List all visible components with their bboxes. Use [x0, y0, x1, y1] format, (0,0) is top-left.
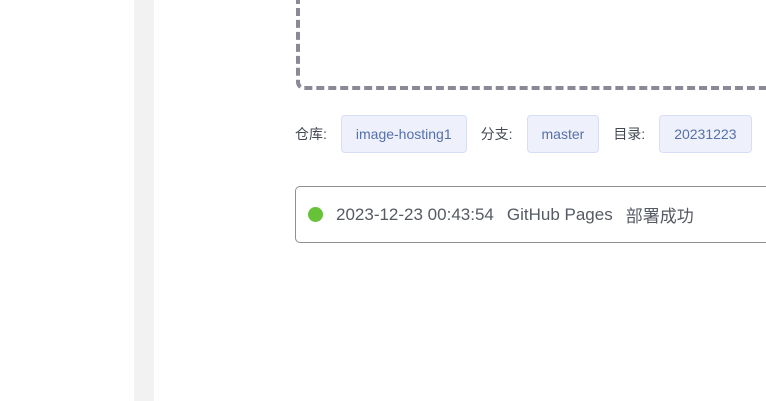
upload-drop-zone[interactable]: [296, 0, 766, 90]
branch-tag[interactable]: master: [526, 115, 600, 153]
repo-info-row: 仓库: image-hosting1 分支: master 目录: 202312…: [295, 114, 766, 154]
page: 仓库: image-hosting1 分支: master 目录: 202312…: [0, 0, 766, 401]
deploy-timestamp: 2023-12-23 00:43:54: [336, 204, 494, 224]
dir-label: 目录:: [613, 126, 646, 142]
branch-label: 分支:: [480, 126, 513, 142]
repo-label: 仓库:: [295, 126, 327, 142]
status-success-dot-icon: [308, 207, 323, 222]
deploy-status-card: 2023-12-23 00:43:54 GitHub Pages 部署成功: [295, 186, 766, 243]
deploy-message: 部署成功: [625, 207, 694, 226]
dir-tag[interactable]: 20231223: [659, 115, 752, 153]
left-panel: [0, 0, 134, 401]
deploy-service: GitHub Pages: [506, 204, 613, 224]
gutter-divider: [134, 0, 154, 401]
repo-tag[interactable]: image-hosting1: [340, 115, 467, 153]
